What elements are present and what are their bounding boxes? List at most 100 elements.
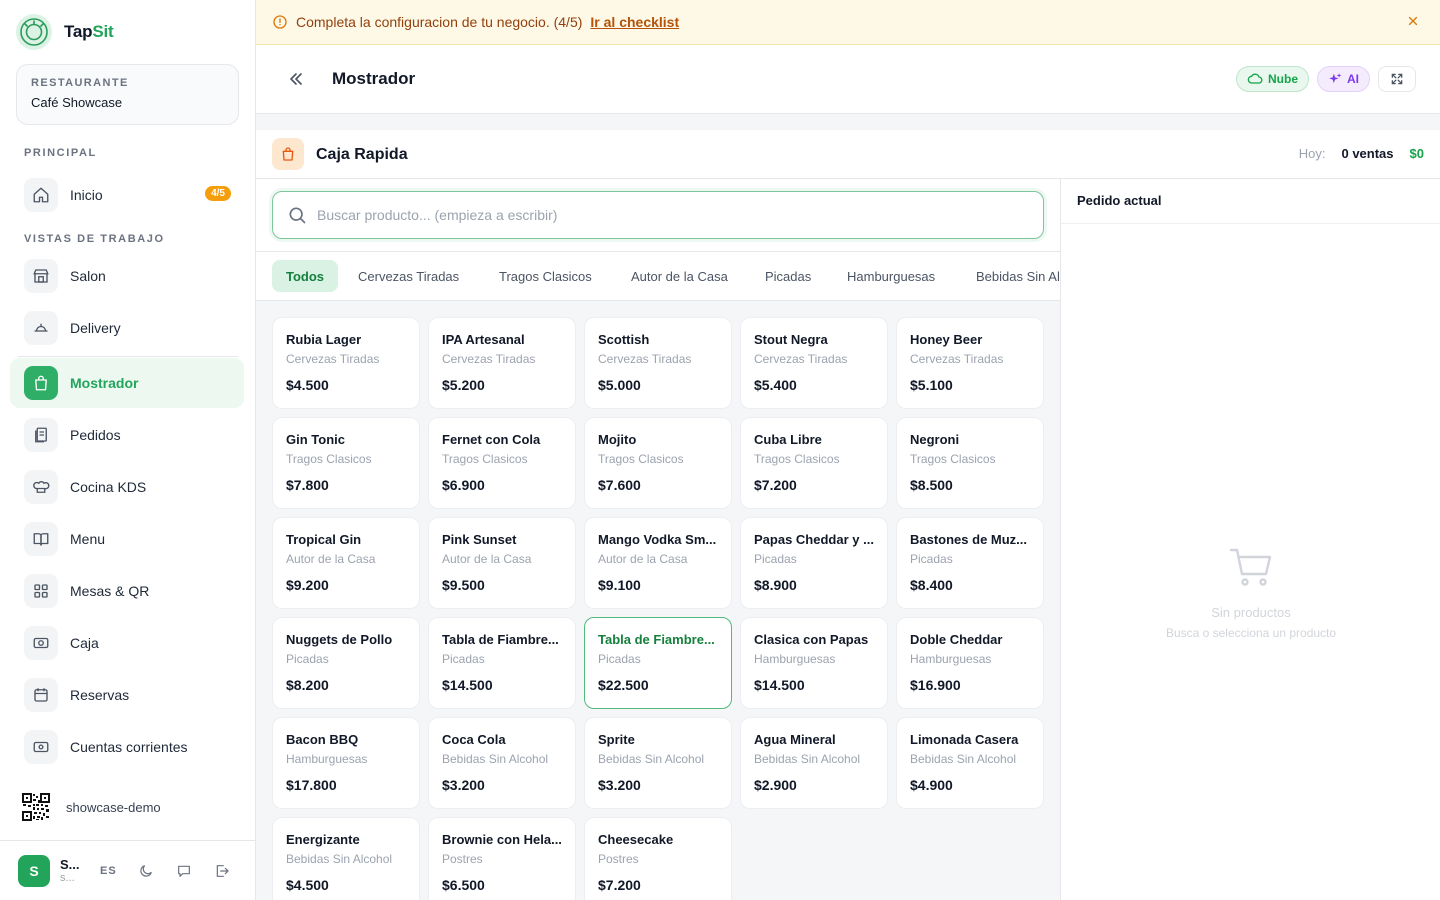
product-name: Agua Mineral: [754, 732, 836, 747]
sidebar-item-mostrador[interactable]: Mostrador: [10, 358, 244, 408]
product-card[interactable]: Mojito Tragos Clasicos $7.600: [584, 417, 732, 509]
product-price: $4.500: [286, 877, 329, 893]
store-icon: [24, 259, 58, 293]
language-toggle[interactable]: ES: [100, 865, 117, 877]
category-tab[interactable]: Picadas: [751, 260, 825, 292]
product-card[interactable]: Papas Cheddar y ... Picadas $8.900: [740, 517, 888, 609]
brand-name: TapSit: [64, 22, 114, 41]
product-price: $7.200: [754, 477, 797, 493]
sidebar-item-caja[interactable]: Caja: [10, 618, 244, 668]
product-card[interactable]: Nuggets de Pollo Picadas $8.200: [272, 617, 420, 709]
product-price: $8.900: [754, 577, 797, 593]
sidebar-item-label: Cuentas corrientes: [70, 739, 188, 755]
search-input[interactable]: [317, 207, 1017, 223]
product-category: Cervezas Tiradas: [286, 352, 380, 366]
page-title: Mostrador: [332, 69, 416, 88]
product-card[interactable]: Tropical Gin Autor de la Casa $9.200: [272, 517, 420, 609]
product-card[interactable]: Stout Negra Cervezas Tiradas $5.400: [740, 317, 888, 409]
product-name: Mojito: [598, 432, 637, 447]
search-box[interactable]: [272, 191, 1044, 239]
product-price: $14.500: [754, 677, 805, 693]
message-icon[interactable]: [175, 862, 193, 880]
product-card[interactable]: Sprite Bebidas Sin Alcohol $3.200: [584, 717, 732, 809]
brand[interactable]: TapSit: [16, 14, 114, 50]
category-tab[interactable]: Bebidas Sin Alcohol: [962, 260, 1060, 292]
sales-total: $0: [1409, 146, 1424, 161]
product-card[interactable]: Limonada Casera Bebidas Sin Alcohol $4.900: [896, 717, 1044, 809]
product-card[interactable]: Fernet con Cola Tragos Clasicos $6.900: [428, 417, 576, 509]
product-card[interactable]: Tabla de Fiambre... Picadas $14.500: [428, 617, 576, 709]
chef-icon: [24, 470, 58, 504]
cloud-status-button[interactable]: Nube: [1236, 66, 1309, 92]
product-category: Bebidas Sin Alcohol: [754, 752, 861, 766]
product-name: Gin Tonic: [286, 432, 345, 447]
sidebar-item-cuentas-corrientes[interactable]: Cuentas corrientes: [10, 722, 244, 772]
avatar[interactable]: S: [18, 854, 50, 887]
moon-icon[interactable]: [137, 862, 155, 880]
product-price: $6.500: [442, 877, 485, 893]
sidebar-item-mesas-qr[interactable]: Mesas & QR: [10, 566, 244, 616]
product-card[interactable]: Brownie con Hela... Postres $6.500: [428, 817, 576, 900]
product-card[interactable]: Clasica con Papas Hamburguesas $14.500: [740, 617, 888, 709]
order-title: Pedido actual: [1077, 193, 1162, 208]
sidebar-item-menu[interactable]: Menu: [10, 514, 244, 564]
product-card[interactable]: Pink Sunset Autor de la Casa $9.500: [428, 517, 576, 609]
fullscreen-button[interactable]: [1378, 66, 1416, 92]
product-price: $7.200: [598, 877, 641, 893]
product-card[interactable]: Scottish Cervezas Tiradas $5.000: [584, 317, 732, 409]
product-category: Tragos Clasicos: [442, 452, 528, 466]
product-category: Hamburguesas: [754, 652, 836, 666]
user-info[interactable]: S... s...: [60, 857, 84, 884]
sidebar-item-pedidos[interactable]: Pedidos: [10, 410, 244, 460]
product-card[interactable]: Negroni Tragos Clasicos $8.500: [896, 417, 1044, 509]
page-header: Mostrador Nube AI: [256, 45, 1440, 114]
product-card[interactable]: IPA Artesanal Cervezas Tiradas $5.200: [428, 317, 576, 409]
restaurant-selector[interactable]: RESTAURANTE Café Showcase: [16, 64, 239, 125]
sidebar-item-cocina-kds[interactable]: Cocina KDS: [10, 462, 244, 512]
product-category: Picadas: [286, 652, 329, 666]
close-icon[interactable]: [1406, 14, 1420, 28]
sidebar-item-delivery[interactable]: Delivery: [10, 303, 244, 353]
order-divider: [1061, 223, 1440, 224]
product-card[interactable]: Gin Tonic Tragos Clasicos $7.800: [272, 417, 420, 509]
ai-button[interactable]: AI: [1317, 66, 1370, 92]
category-tab[interactable]: Todos: [272, 260, 339, 292]
order-panel: Pedido actual Sin productos Busca o sele…: [1060, 179, 1440, 900]
category-tab[interactable]: Cervezas Tiradas: [344, 260, 473, 292]
checklist-link[interactable]: Ir al checklist: [590, 14, 679, 30]
shopping-bag-icon: [272, 138, 304, 170]
product-card[interactable]: Bastones de Muz... Picadas $8.400: [896, 517, 1044, 609]
category-tab[interactable]: Hamburguesas: [833, 260, 949, 292]
product-price: $8.500: [910, 477, 953, 493]
product-name: Clasica con Papas: [754, 632, 869, 647]
product-card[interactable]: Cheesecake Postres $7.200: [584, 817, 732, 900]
product-category: Bebidas Sin Alcohol: [598, 752, 705, 766]
search-icon: [289, 207, 306, 224]
section-principal-label: PRINCIPAL: [24, 147, 97, 159]
logout-icon[interactable]: [213, 862, 231, 880]
qr-link[interactable]: showcase-demo: [22, 793, 161, 821]
product-card[interactable]: Honey Beer Cervezas Tiradas $5.100: [896, 317, 1044, 409]
product-card[interactable]: Energizante Bebidas Sin Alcohol $4.500: [272, 817, 420, 900]
product-card[interactable]: Doble Cheddar Hamburguesas $16.900: [896, 617, 1044, 709]
qr-code-icon: [22, 793, 50, 821]
collapse-sidebar-icon[interactable]: [286, 69, 306, 89]
product-card[interactable]: Mango Vodka Sm... Autor de la Casa $9.100: [584, 517, 732, 609]
category-tab[interactable]: Tragos Clasicos: [485, 260, 606, 292]
product-price: $3.200: [442, 777, 485, 793]
product-card[interactable]: Cuba Libre Tragos Clasicos $7.200: [740, 417, 888, 509]
product-card[interactable]: Bacon BBQ Hamburguesas $17.800: [272, 717, 420, 809]
product-card[interactable]: Agua Mineral Bebidas Sin Alcohol $2.900: [740, 717, 888, 809]
product-card[interactable]: Coca Cola Bebidas Sin Alcohol $3.200: [428, 717, 576, 809]
product-price: $9.100: [598, 577, 641, 593]
sidebar-item-reservas[interactable]: Reservas: [10, 670, 244, 720]
product-name: Pink Sunset: [442, 532, 517, 547]
restaurant-label: RESTAURANTE: [31, 77, 129, 89]
product-card[interactable]: Tabla de Fiambre... Picadas $22.500: [584, 617, 732, 709]
sidebar-item-salon[interactable]: Salon: [10, 251, 244, 301]
product-category: Bebidas Sin Alcohol: [286, 852, 393, 866]
product-category: Cervezas Tiradas: [442, 352, 536, 366]
product-card[interactable]: Rubia Lager Cervezas Tiradas $4.500: [272, 317, 420, 409]
sidebar-item-inicio[interactable]: Inicio 4/5: [10, 170, 244, 220]
category-tab[interactable]: Autor de la Casa: [617, 260, 742, 292]
